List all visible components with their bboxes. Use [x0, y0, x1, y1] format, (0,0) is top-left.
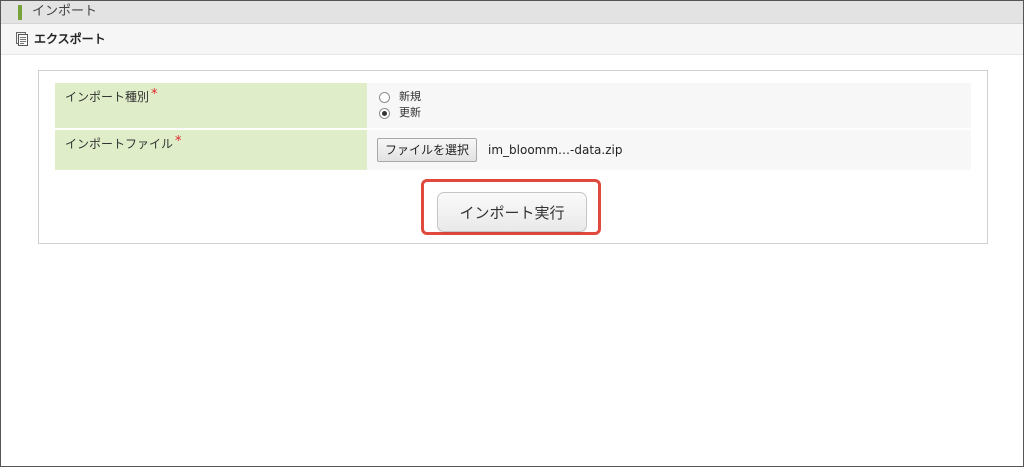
required-mark: * [151, 87, 158, 102]
title-bar: インポート [1, 1, 1023, 24]
import-type-label: インポート種別 [65, 90, 150, 104]
radio-update-label[interactable]: 更新 [399, 106, 421, 120]
export-link[interactable]: エクスポート [34, 32, 106, 46]
radio-new-label[interactable]: 新規 [399, 90, 421, 104]
radio-option-update[interactable]: 更新 [379, 106, 421, 120]
radio-new[interactable] [379, 91, 390, 103]
import-execute-button[interactable]: インポート実行 [437, 192, 587, 232]
import-type-value-cell: 新規 更新 [367, 83, 971, 128]
radio-option-new[interactable]: 新規 [379, 90, 421, 104]
import-file-label-cell: インポートファイル * [55, 130, 367, 170]
green-bar-icon [18, 5, 22, 20]
import-file-row: インポートファイル * ファイルを選択 im_bloomm…-data.zip [55, 130, 971, 170]
toolbar: エクスポート [1, 24, 1023, 55]
radio-update[interactable] [379, 107, 390, 119]
import-file-label: インポートファイル [65, 137, 174, 151]
import-type-row: インポート種別 * 新規 更新 [55, 83, 971, 128]
required-mark: * [175, 134, 182, 149]
import-file-value-cell: ファイルを選択 im_bloomm…-data.zip [367, 130, 971, 170]
document-stack-icon [16, 32, 28, 46]
page-title: インポート [32, 4, 98, 19]
app-window: インポート エクスポート インポート種別 * 新規 更新 インポートファイル *… [0, 0, 1024, 467]
selected-file-name: im_bloomm…-data.zip [488, 143, 623, 157]
import-type-label-cell: インポート種別 * [55, 83, 367, 128]
choose-file-button[interactable]: ファイルを選択 [377, 138, 478, 162]
import-form-panel: インポート種別 * 新規 更新 インポートファイル * ファイルを選択 im_b… [38, 70, 988, 244]
